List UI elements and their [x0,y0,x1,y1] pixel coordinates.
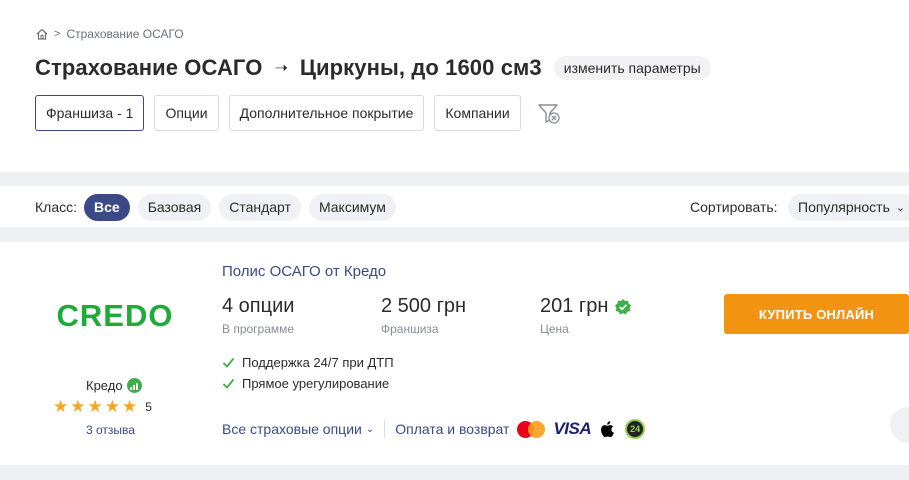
offer-card: CREDO Кредо ★ ★ ★ ★ ★ 5 3 отзыва Полис О… [0,243,909,465]
policy-title[interactable]: Полис ОСАГО от Кредо [222,263,386,280]
class-option-maximum[interactable]: Максимум [308,193,396,221]
side-action-button[interactable] [890,407,909,443]
class-label: Класс: [35,199,77,215]
price-label: Цена [540,322,569,336]
page-header: > Страхование ОСАГО Страхование ОСАГО ➝ … [0,0,909,172]
rating-stars: ★ ★ ★ ★ ★ 5 [53,398,152,415]
class-option-all[interactable]: Все [84,193,130,221]
home-icon[interactable] [35,27,49,41]
apple-pay-icon [601,421,615,438]
payment-refund-link[interactable]: Оплата и возврат [395,421,509,437]
chevron-down-icon: ⌄ [895,201,906,214]
price-value: 201 грн [540,295,609,317]
breadcrumb: > Страхование ОСАГО [35,27,184,41]
metric-price: 201 грн Цена [540,295,632,336]
visa-icon: VISA [553,419,592,438]
breadcrumb-item[interactable]: Страхование ОСАГО [66,27,183,41]
chevron-right-icon: > [54,28,61,40]
change-parameters-button[interactable]: изменить параметры [553,56,711,80]
price-row: 201 грн [540,295,632,318]
rating-score: 5 [145,399,152,414]
class-option-basic[interactable]: Базовая [137,193,212,221]
feature-text: Поддержка 24/7 при ДТП [242,355,394,370]
sort-label: Сортировать: [690,199,778,215]
vehicle-title: Циркуны, до 1600 см3 [299,55,542,80]
feature-item: Поддержка 24/7 при ДТП [222,355,394,370]
company-logo[interactable]: CREDO [40,265,190,365]
privat24-icon: 24 [625,419,646,439]
sort-value: Популярность [798,199,890,215]
buy-online-button[interactable]: КУПИТЬ ОНЛАЙН [724,294,909,334]
divider [384,420,386,438]
feature-text: Прямое урегулирование [242,376,390,391]
section-divider [0,227,909,242]
section-divider [0,465,909,480]
reviews-link[interactable]: 3 отзыва [86,423,135,437]
filter-additional-coverage[interactable]: Дополнительное покрытие [228,95,425,131]
all-options-link[interactable]: Все страховые опции [222,421,362,437]
filter-companies[interactable]: Компании [434,95,521,131]
star-icon: ★ [53,397,69,416]
chevron-down-icon[interactable]: ⌄ [366,424,374,435]
page-title: Страхование ОСАГО [35,55,263,80]
filter-bar: Франшиза - 1 Опции Дополнительное покрыт… [35,95,563,131]
logo-text: CREDO [57,298,174,333]
franchise-label: Франшиза [381,322,439,336]
star-icon: ★ [87,397,103,416]
section-divider [0,172,909,186]
arrow-right-icon: ➝ [274,60,288,77]
rating-chart-icon [126,378,142,393]
class-option-standard[interactable]: Стандарт [219,193,301,221]
verified-badge-icon [615,298,632,314]
mastercard-icon [517,420,546,438]
metric-options: 4 опции В программе [222,295,294,336]
offer-footer: Все страховые опции ⌄ Оплата и возврат V… [222,419,646,439]
clear-filters-icon[interactable] [535,99,563,127]
franchise-value: 2 500 грн [381,295,467,317]
company-name: Кредо [86,378,123,393]
star-icon: ★ [104,397,120,416]
company-name-row: Кредо [86,378,142,393]
feature-item: Прямое урегулирование [222,376,389,391]
filter-franchise[interactable]: Франшиза - 1 [35,95,145,131]
star-icon: ★ [70,397,86,416]
class-filter-bar: Класс: Все Базовая Стандарт Максимум Сор… [0,187,909,227]
filter-options[interactable]: Опции [154,95,219,131]
options-value: 4 опции [222,295,295,317]
title-row: Страхование ОСАГО ➝ Циркуны, до 1600 см3… [35,54,711,82]
star-icon: ★ [122,397,138,416]
check-icon [222,378,235,389]
check-icon [222,357,235,368]
options-label: В программе [222,322,295,336]
credo-logo: CREDO [57,298,174,333]
metric-franchise: 2 500 грн Франшиза [381,295,466,336]
sort-select[interactable]: Популярность ⌄ [788,193,909,221]
